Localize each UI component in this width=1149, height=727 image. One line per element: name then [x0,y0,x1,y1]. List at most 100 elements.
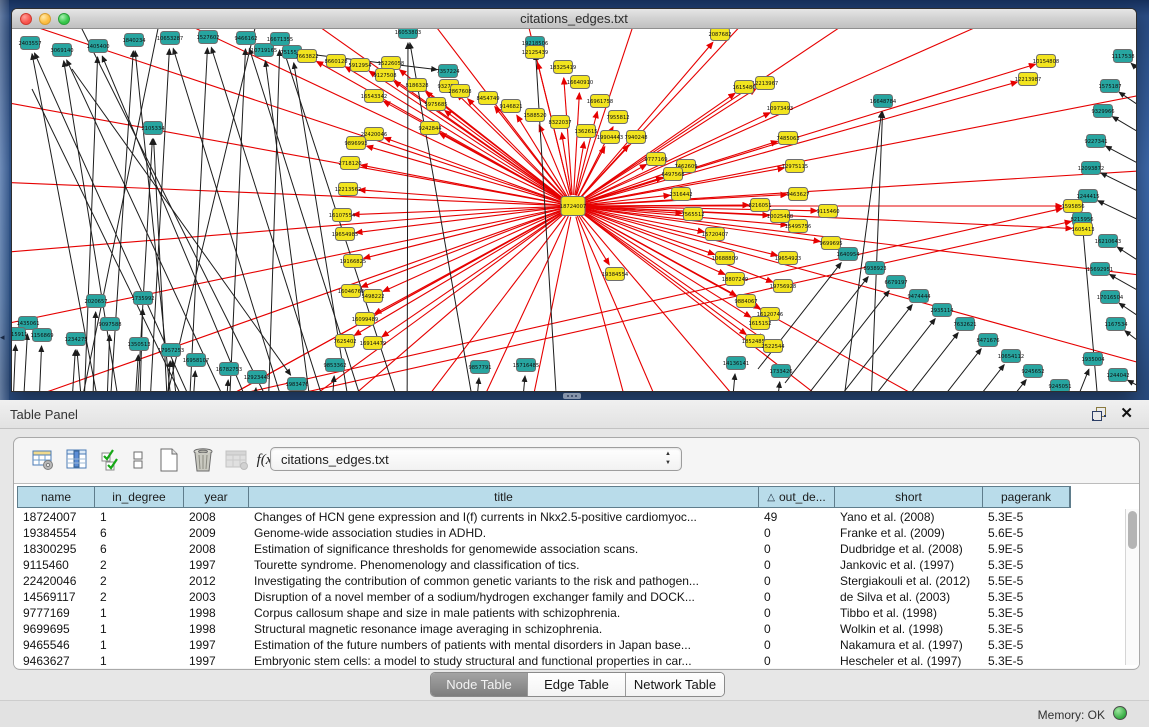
column-header-short[interactable]: short [835,487,983,507]
table-cell[interactable]: Nakamura et al. (1997) [834,638,982,652]
table-cell[interactable]: 5.3E-5 [982,558,1069,572]
table-cell[interactable]: 5.5E-5 [982,574,1069,588]
table-cell[interactable]: Hescheler et al. (1997) [834,654,982,668]
table-row[interactable]: 2242004622012Investigating the contribut… [17,573,1122,589]
table-row[interactable]: 1872400712008Changes of HCN gene express… [17,509,1122,525]
table-selector-dropdown[interactable]: citations_edges.txt ▲▼ [270,447,682,471]
table-cell[interactable]: 22420046 [17,574,94,588]
table-cell[interactable]: 6 [94,542,183,556]
table-cell[interactable]: 5.6E-5 [982,526,1069,540]
table-cell[interactable]: 0 [758,606,834,620]
column-header-title[interactable]: title [249,487,759,507]
table-cell[interactable]: Structural magnetic resonance image aver… [248,622,758,636]
table-cell[interactable]: 5.3E-5 [982,654,1069,668]
table-cell[interactable]: Changes of HCN gene expression and I(f) … [248,510,758,524]
table-scrollbar-thumb[interactable] [1128,511,1137,549]
table-row[interactable]: 1456911722003Disruption of a novel membe… [17,589,1122,605]
table-cell[interactable]: 2003 [183,590,248,604]
network-window[interactable]: citations_edges.txt 24035573069140140540… [11,8,1137,392]
table-cell[interactable]: 9115460 [17,558,94,572]
table-row[interactable]: 969969511998Structural magnetic resonanc… [17,621,1122,637]
table-cell[interactable]: Genome-wide association studies in ADHD. [248,526,758,540]
row-height-icon[interactable] [129,447,147,473]
table-cell[interactable]: Embryonic stem cells: a model to study s… [248,654,758,668]
table-cell[interactable]: 2012 [183,574,248,588]
table-cell[interactable]: Tibbo et al. (1998) [834,606,982,620]
table-cell[interactable]: Disruption of a novel member of a sodium… [248,590,758,604]
table-row[interactable]: 977716911998Corpus callosum shape and si… [17,605,1122,621]
select-all-icon[interactable] [98,447,124,473]
table-row[interactable]: 946554611997Estimation of the future num… [17,637,1122,653]
table-cell[interactable]: Yano et al. (2008) [834,510,982,524]
table-cell[interactable]: 1998 [183,622,248,636]
close-panel-icon[interactable]: ✕ [1120,404,1133,422]
column-header-name[interactable]: name [18,487,95,507]
table-cell[interactable]: de Silva et al. (2003) [834,590,982,604]
table-cell[interactable]: Tourette syndrome. Phenomenology and cla… [248,558,758,572]
tab-network-table[interactable]: Network Table [626,673,724,696]
table-row[interactable]: 1830029562008Estimation of significance … [17,541,1122,557]
table-cell[interactable]: 5.3E-5 [982,590,1069,604]
table-cell[interactable]: Jankovic et al. (1997) [834,558,982,572]
table-cell[interactable]: 2 [94,574,183,588]
tab-node-table[interactable]: Node Table [431,673,528,696]
table-cell[interactable]: 5.9E-5 [982,542,1069,556]
table-cell[interactable]: 1997 [183,638,248,652]
table-cell[interactable]: 2 [94,590,183,604]
table-cell[interactable]: 5.3E-5 [982,622,1069,636]
table-cell[interactable]: 18300295 [17,542,94,556]
table-cell[interactable]: 9465546 [17,638,94,652]
table-cell[interactable]: 1 [94,622,183,636]
table-cell[interactable]: 9699695 [17,622,94,636]
table-cell[interactable]: 2008 [183,542,248,556]
table-cell[interactable]: 1 [94,510,183,524]
table-cell[interactable]: 19384554 [17,526,94,540]
table-cell[interactable]: 1 [94,638,183,652]
table-cell[interactable]: Investigating the contribution of common… [248,574,758,588]
table-row[interactable]: 911546021997Tourette syndrome. Phenomeno… [17,557,1122,573]
select-columns-icon[interactable] [64,447,90,473]
split-pane-handle[interactable] [563,393,581,399]
table-cell[interactable]: 0 [758,574,834,588]
table-cell[interactable]: 1 [94,606,183,620]
table-cell[interactable]: Franke et al. (2009) [834,526,982,540]
delete-column-icon[interactable] [190,447,216,473]
table-cell[interactable]: 9463627 [17,654,94,668]
tab-edge-table[interactable]: Edge Table [528,673,626,696]
table-cell[interactable]: Dudbridge et al. (2008) [834,542,982,556]
table-cell[interactable]: Estimation of significance thresholds fo… [248,542,758,556]
table-cell[interactable]: 5.3E-5 [982,510,1069,524]
table-cell[interactable]: 2009 [183,526,248,540]
table-cell[interactable]: 1997 [183,558,248,572]
column-header-out-de-[interactable]: △out_de... [759,487,835,507]
column-header-in-degree[interactable]: in_degree [95,487,184,507]
table-cell[interactable]: 5.3E-5 [982,606,1069,620]
table-cell[interactable]: Estimation of the future numbers of pati… [248,638,758,652]
table-cell[interactable]: 0 [758,654,834,668]
table-row[interactable]: 946362711997Embryonic stem cells: a mode… [17,653,1122,669]
table-cell[interactable]: Stergiakouli et al. (2012) [834,574,982,588]
table-cell[interactable]: 0 [758,622,834,636]
table-cell[interactable]: 9777169 [17,606,94,620]
table-cell[interactable]: 1997 [183,654,248,668]
table-options-icon[interactable] [30,447,56,473]
table-cell[interactable]: 1998 [183,606,248,620]
table-cell[interactable]: 2 [94,558,183,572]
column-header-pagerank[interactable]: pagerank [983,487,1070,507]
table-cell[interactable]: 2008 [183,510,248,524]
table-scrollbar[interactable] [1125,509,1139,665]
table-cell[interactable]: 0 [758,542,834,556]
column-header-year[interactable]: year [184,487,249,507]
table-cell[interactable]: 14569117 [17,590,94,604]
table-cell[interactable]: 0 [758,638,834,652]
network-canvas[interactable]: 2403557306914014054001840234106532871527… [12,29,1136,391]
table-cell[interactable]: Wolkin et al. (1998) [834,622,982,636]
table-cell[interactable]: Corpus callosum shape and size in male p… [248,606,758,620]
table-cell[interactable]: 6 [94,526,183,540]
network-window-titlebar[interactable]: citations_edges.txt [12,9,1136,29]
table-cell[interactable]: 1 [94,654,183,668]
table-cell[interactable]: 49 [758,510,834,524]
new-column-icon[interactable] [156,447,182,473]
float-window-icon[interactable] [1091,406,1107,422]
network-graph[interactable]: 2403557306914014054001840234106532871527… [12,29,1136,391]
